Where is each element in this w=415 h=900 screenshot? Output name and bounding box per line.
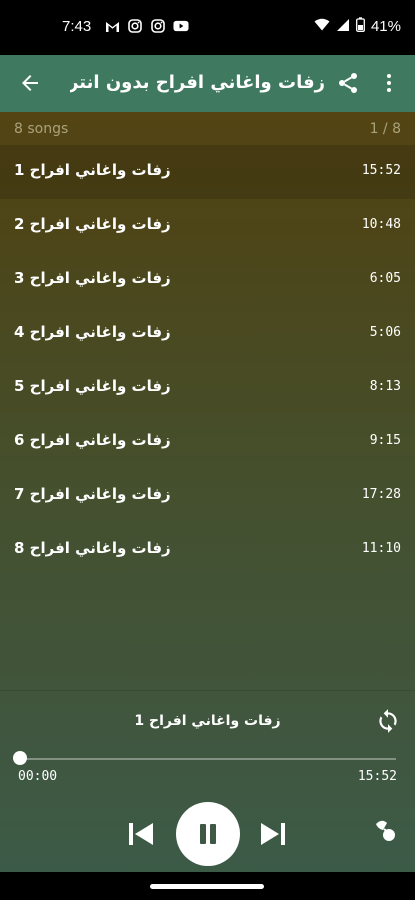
pause-button[interactable] xyxy=(176,802,240,866)
song-title: زفات واغاني افراح 7 xyxy=(14,485,171,503)
back-arrow-icon[interactable] xyxy=(18,71,42,95)
youtube-icon xyxy=(173,18,189,34)
list-header: 8 songs 1 / 8 xyxy=(0,112,415,146)
signal-icon xyxy=(336,18,350,36)
app-bar: زفات واغاني افراح بدون انترنت ... xyxy=(0,55,415,112)
previous-icon[interactable] xyxy=(126,820,156,848)
song-title: زفات واغاني افراح 4 xyxy=(14,323,171,341)
song-title: زفات واغاني افراح 8 xyxy=(14,539,171,557)
song-duration: 9:15 xyxy=(369,433,401,448)
more-vert-icon[interactable] xyxy=(382,71,396,95)
status-right: 41% xyxy=(314,17,401,36)
song-title: زفات واغاني افراح 1 xyxy=(14,161,171,179)
status-time: 7:43 xyxy=(62,18,92,35)
song-title: زفات واغاني افراح 2 xyxy=(14,215,171,233)
battery-icon xyxy=(356,17,365,36)
song-duration: 5:06 xyxy=(369,325,401,340)
gmail-icon xyxy=(104,18,120,34)
pause-icon xyxy=(200,824,206,844)
song-title: زفات واغاني افراح 6 xyxy=(14,431,171,449)
song-list: زفات واغاني افراح 1 15:52 زفات واغاني اف… xyxy=(0,145,415,577)
pause-icon xyxy=(210,824,216,844)
next-icon[interactable] xyxy=(258,820,288,848)
player-controls xyxy=(0,800,415,868)
song-row[interactable]: زفات واغاني افراح 1 15:52 xyxy=(0,145,415,199)
instagram-icon xyxy=(127,18,143,34)
song-duration: 6:05 xyxy=(369,271,401,286)
song-row[interactable]: زفات واغاني افراح 7 17:28 xyxy=(0,469,415,523)
total-time: 15:52 xyxy=(357,769,397,784)
track-position: 1 / 8 xyxy=(369,121,401,137)
song-row[interactable]: زفات واغاني افراح 8 11:10 xyxy=(0,523,415,577)
song-count: 8 songs xyxy=(14,121,69,137)
song-title: زفات واغاني افراح 5 xyxy=(14,377,171,395)
notification-icons xyxy=(104,18,189,34)
song-row[interactable]: زفات واغاني افراح 5 8:13 xyxy=(0,361,415,415)
song-duration: 10:48 xyxy=(361,217,401,232)
seek-bar[interactable] xyxy=(20,758,396,760)
page-title: زفات واغاني افراح بدون انترنت ... xyxy=(70,72,325,93)
status-bar: 7:43 41% xyxy=(0,0,415,55)
song-row[interactable]: زفات واغاني افراح 6 9:15 xyxy=(0,415,415,469)
home-indicator[interactable] xyxy=(150,884,264,889)
song-row[interactable]: زفات واغاني افراح 3 6:05 xyxy=(0,253,415,307)
share-icon[interactable] xyxy=(336,71,360,95)
battery-percent: 41% xyxy=(370,18,401,35)
instagram-icon xyxy=(150,18,166,34)
song-duration: 11:10 xyxy=(361,541,401,556)
song-duration: 15:52 xyxy=(361,163,401,178)
song-duration: 8:13 xyxy=(369,379,401,394)
wifi-icon xyxy=(314,18,330,35)
song-row[interactable]: زفات واغاني افراح 2 10:48 xyxy=(0,199,415,253)
song-row[interactable]: زفات واغاني افراح 4 5:06 xyxy=(0,307,415,361)
seek-thumb[interactable] xyxy=(13,751,27,765)
song-duration: 17:28 xyxy=(361,487,401,502)
song-title: زفات واغاني افراح 3 xyxy=(14,269,171,287)
player-divider xyxy=(0,690,415,691)
gesture-nav-bar xyxy=(0,872,415,900)
elapsed-time: 00:00 xyxy=(18,769,58,784)
now-playing-title: زفات واغاني افراح 1 xyxy=(134,713,281,729)
now-playing-bar: زفات واغاني افراح 1 xyxy=(0,700,415,750)
repeat-icon[interactable] xyxy=(375,708,401,734)
favorite-icon[interactable] xyxy=(372,816,400,844)
